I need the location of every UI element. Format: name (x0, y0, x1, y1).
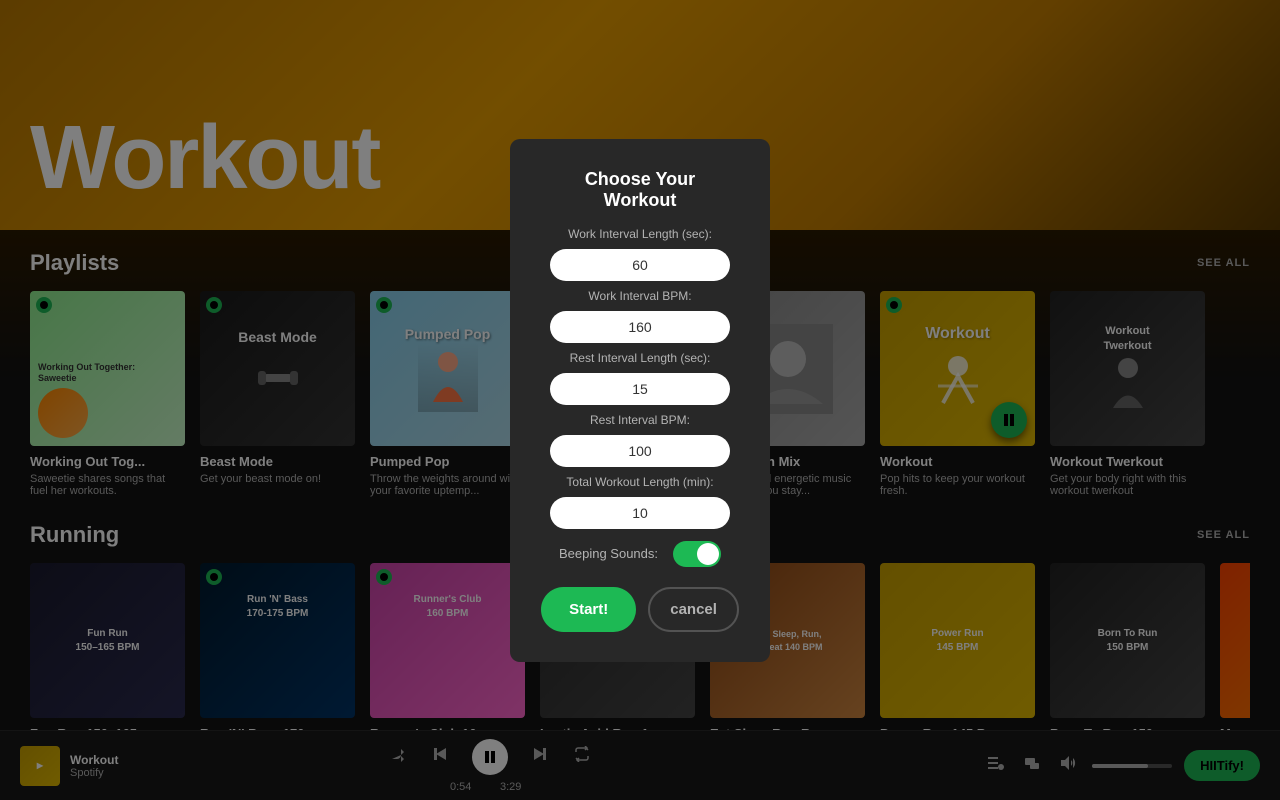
total-length-input[interactable] (550, 497, 730, 529)
workout-modal: Choose Your Workout Work Interval Length… (510, 139, 770, 662)
toggle-knob (697, 543, 719, 565)
beeping-label: Beeping Sounds: (559, 546, 658, 561)
rest-bpm-input[interactable] (550, 435, 730, 467)
modal-buttons: Start! cancel (541, 587, 739, 632)
modal-title: Choose Your Workout (550, 169, 730, 211)
work-interval-input[interactable] (550, 249, 730, 281)
beeping-toggle[interactable] (673, 541, 721, 567)
rest-bpm-label: Rest Interval BPM: (550, 413, 730, 427)
rest-interval-input[interactable] (550, 373, 730, 405)
rest-interval-label: Rest Interval Length (sec): (550, 351, 730, 365)
cancel-button[interactable]: cancel (648, 587, 739, 632)
work-interval-label: Work Interval Length (sec): (550, 227, 730, 241)
total-length-label: Total Workout Length (min): (550, 475, 730, 489)
work-bpm-label: Work Interval BPM: (550, 289, 730, 303)
start-button[interactable]: Start! (541, 587, 636, 632)
beeping-toggle-row: Beeping Sounds: (550, 541, 730, 567)
modal-overlay: Choose Your Workout Work Interval Length… (0, 0, 1280, 800)
work-bpm-input[interactable] (550, 311, 730, 343)
